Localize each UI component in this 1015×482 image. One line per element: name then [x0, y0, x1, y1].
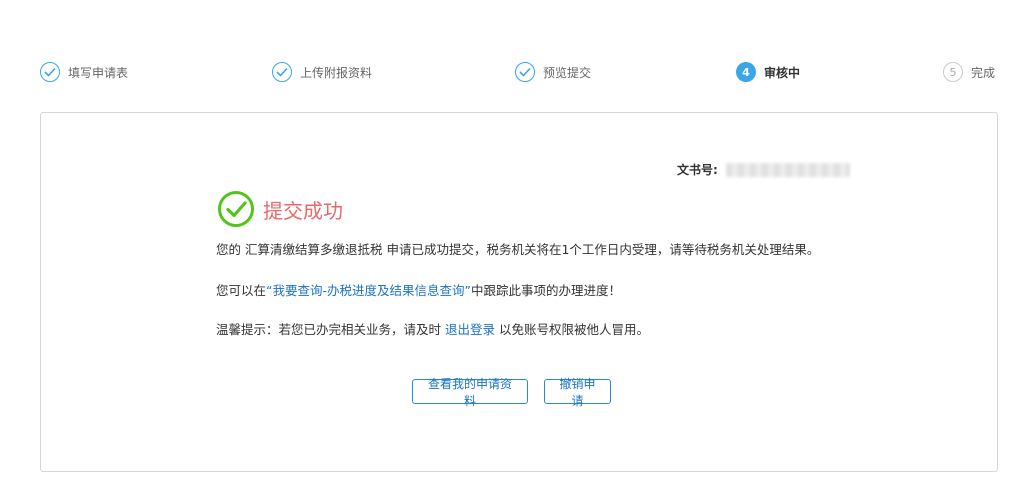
- view-application-button[interactable]: 查看我的申请资料: [412, 377, 528, 408]
- step-complete: 5 完成: [943, 60, 995, 84]
- submission-message: 您的 汇算清缴结算多缴退抵税 申请已成功提交，税务机关将在1个工作日内受理，请等…: [216, 242, 820, 257]
- step-label: 预览提交: [543, 65, 592, 80]
- step-number-badge: 4: [736, 62, 756, 82]
- logout-tip: 温馨提示：若您已办完相关业务，请及时 退出登录 以免账号权限被他人冒用。: [216, 319, 649, 338]
- step-under-review: 4 审核中: [736, 60, 800, 84]
- check-circle-icon: [40, 62, 60, 82]
- step-label: 审核中: [764, 65, 801, 80]
- step-fill-form: 填写申请表: [40, 60, 128, 84]
- step-label: 填写申请表: [68, 65, 129, 80]
- progress-stepper: 填写申请表 上传附报资料 预览提交 4 审核中 5 完成: [0, 60, 1015, 84]
- document-number-label: 文书号:: [677, 163, 718, 177]
- result-card: 文书号: 提交成功 您的 汇算清缴结算多缴退抵税 申请已成功提交，税务机关将在1…: [40, 112, 998, 472]
- success-header: 提交成功: [217, 190, 343, 228]
- check-circle-icon: [272, 62, 292, 82]
- logout-tip-prefix: 温馨提示：若您已办完相关业务，请及时: [216, 322, 445, 337]
- step-preview-submit: 预览提交: [515, 60, 591, 84]
- tracking-message-prefix: 您可以在: [216, 283, 267, 298]
- logout-link[interactable]: 退出登录: [445, 322, 495, 337]
- tracking-message: 您可以在“我要查询-办税进度及结果信息查询”中跟踪此事项的办理进度！: [216, 280, 621, 299]
- step-label: 完成: [971, 65, 996, 80]
- step-label: 上传附报资料: [300, 65, 373, 80]
- step-upload-attachments: 上传附报资料: [272, 60, 372, 84]
- check-circle-icon: [515, 62, 535, 82]
- logout-tip-suffix: 以免账号权限被他人冒用。: [495, 322, 649, 337]
- action-buttons: 查看我的申请资料 撤销申请: [412, 377, 611, 408]
- progress-query-link[interactable]: “我要查询-办税进度及结果信息查询”: [266, 283, 471, 298]
- document-number-value-redacted: [725, 162, 850, 177]
- document-number: 文书号:: [677, 161, 850, 178]
- success-check-icon: [218, 191, 254, 227]
- success-title: 提交成功: [263, 198, 343, 223]
- page: 填写申请表 上传附报资料 预览提交 4 审核中 5 完成 文书号: 提交成功 您…: [0, 0, 1015, 482]
- tracking-message-suffix: 中跟踪此事项的办理进度！: [470, 283, 621, 298]
- step-number-badge: 5: [943, 62, 963, 82]
- cancel-application-button[interactable]: 撤销申请: [544, 377, 611, 408]
